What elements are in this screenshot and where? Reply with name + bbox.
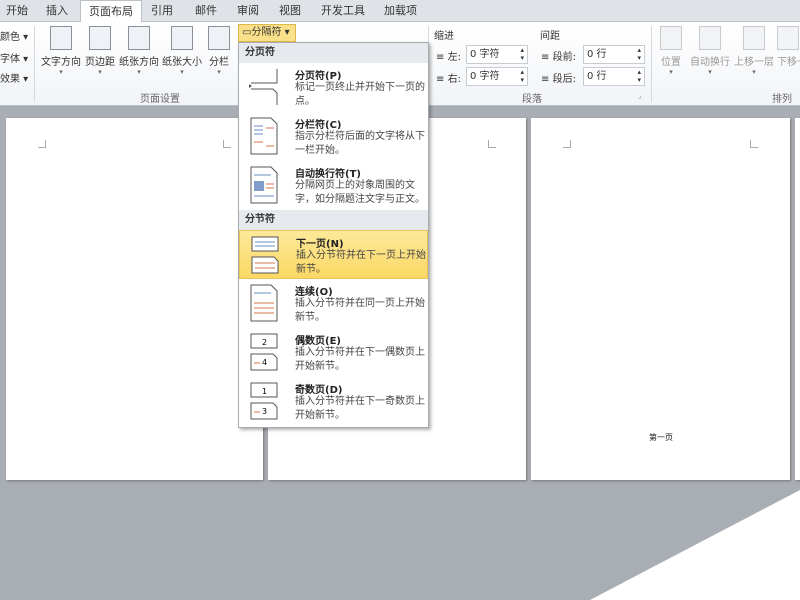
- menu-item-column-break[interactable]: 分栏符(C) 指示分栏符后面的文字将从下一栏开始。: [239, 112, 428, 161]
- menu-item-text-wrapping-break[interactable]: 自动换行符(T) 分隔网页上的对象周围的文字，如分隔题注文字与正文。: [239, 161, 428, 210]
- odd-page-section-icon: 13: [250, 382, 278, 420]
- menu-item-continuous[interactable]: 连续(O) 插入分节符并在同一页上开始新节。: [239, 279, 428, 328]
- svg-text:1: 1: [262, 387, 267, 396]
- svg-text:4: 4: [262, 358, 267, 367]
- menu-item-next-page[interactable]: 下一页(N) 插入分节符并在下一页上开始新节。: [239, 230, 428, 279]
- continuous-section-icon: [250, 284, 278, 322]
- next-page-section-icon: [251, 236, 279, 274]
- svg-text:3: 3: [262, 407, 267, 416]
- even-page-section-icon: 24: [250, 333, 278, 371]
- svg-text:2: 2: [262, 338, 267, 347]
- column-break-icon: [250, 117, 278, 155]
- section-breaks-header: 分节符: [239, 210, 428, 230]
- menu-item-page-break[interactable]: 分页符(P) 标记一页终止并开始下一页的点。: [239, 63, 428, 112]
- menu-item-odd-page[interactable]: 13 奇数页(D) 插入分节符并在下一奇数页上开始新节。: [239, 377, 428, 426]
- breaks-dropdown-menu: 分页符 分页符(P) 标记一页终止并开始下一页的点。 分栏符(C) 指示分栏符后…: [238, 42, 429, 428]
- page-break-icon: [249, 69, 278, 105]
- menu-item-even-page[interactable]: 24 偶数页(E) 插入分节符并在下一偶数页上开始新节。: [239, 328, 428, 377]
- page-breaks-header: 分页符: [239, 43, 428, 63]
- text-wrapping-break-icon: [250, 166, 278, 204]
